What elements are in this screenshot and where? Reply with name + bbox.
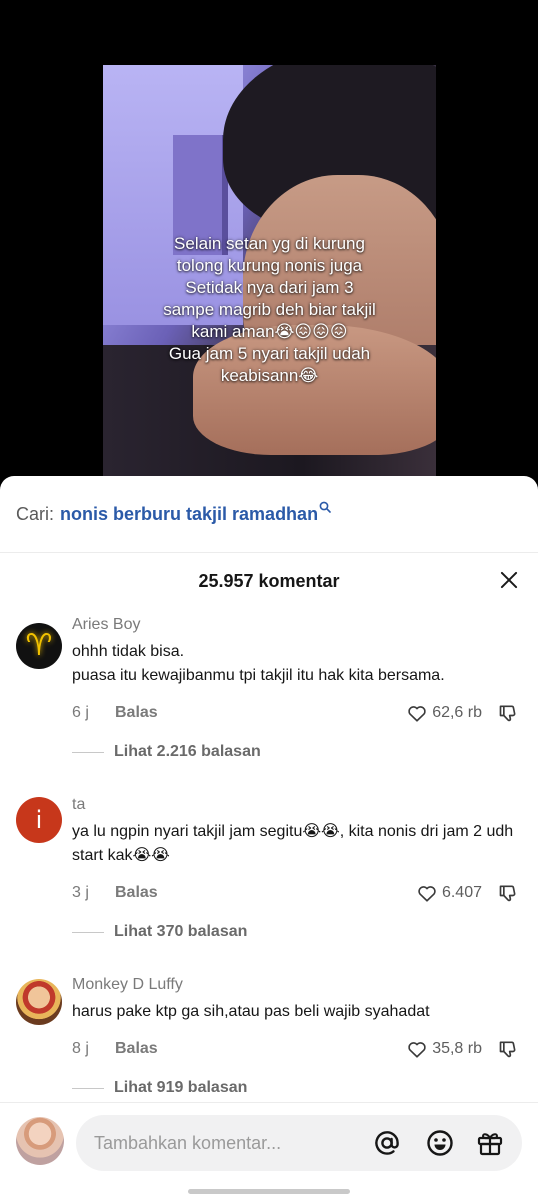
emoji-icon[interactable]: [426, 1129, 454, 1157]
comment-meta: 8 j Balas 35,8 rb: [72, 1038, 518, 1060]
comment-input-container[interactable]: [76, 1115, 522, 1171]
video-player[interactable]: Selain setan yg di kurung tolong kurung …: [103, 65, 436, 485]
comment-item: ♈ Aries Boy ohhh tidak bisa. puasa itu k…: [0, 615, 538, 762]
like-area: 6.407: [417, 883, 518, 903]
like-count: 6.407: [441, 884, 482, 901]
like-count: 35,8 rb: [432, 1040, 482, 1057]
home-indicator[interactable]: [188, 1189, 350, 1194]
comment-meta: 3 j Balas 6.407: [72, 882, 518, 904]
caption-line: Setidak nya dari jam 3: [185, 278, 354, 297]
reply-button[interactable]: Balas: [115, 1040, 158, 1058]
like-count: 62,6 rb: [432, 704, 482, 721]
view-replies-button[interactable]: Lihat 370 balasan: [72, 922, 518, 942]
search-suggestion[interactable]: Cari: nonis berburu takjil ramadhan: [0, 476, 538, 553]
comment-item: Monkey D Luffy harus pake ktp ga sih,ata…: [0, 975, 538, 1098]
comment-username[interactable]: Aries Boy: [72, 615, 518, 635]
avatar-letter: i: [35, 806, 43, 834]
caption-line: kami aman😭😖😖😖: [191, 322, 348, 341]
comment-composer: [0, 1102, 538, 1200]
avatar[interactable]: ♈: [16, 623, 62, 669]
dislike-icon[interactable]: [498, 1039, 518, 1059]
comment-text-line: harus pake ktp ga sih,atau pas beli waji…: [72, 1003, 430, 1020]
comment-text: ya lu ngpin nyari takjil jam segitu😭😭, k…: [72, 820, 518, 868]
close-icon[interactable]: [498, 569, 520, 591]
search-icon: [319, 501, 331, 516]
comment-text-line: ohhh tidak bisa.: [72, 643, 185, 660]
comment-username[interactable]: Monkey D Luffy: [72, 975, 518, 995]
comment-item: i ta ya lu ngpin nyari takjil jam segitu…: [0, 795, 538, 942]
view-replies-label: Lihat 2.216 balasan: [114, 743, 261, 760]
caption-line: Gua jam 5 nyari takjil udah: [168, 344, 371, 363]
comment-username[interactable]: ta: [72, 795, 518, 815]
search-query-link[interactable]: nonis berburu takjil ramadhan: [60, 504, 318, 525]
dislike-icon[interactable]: [498, 703, 518, 723]
heart-icon[interactable]: [417, 884, 437, 902]
video-caption: Selain setan yg di kurung tolong kurung …: [103, 233, 436, 387]
aries-symbol-icon: ♈: [25, 629, 53, 662]
comment-text-line: start kak😭😭: [72, 847, 170, 864]
caption-line: Selain setan yg di kurung: [174, 234, 365, 253]
comments-header: 25.957 komentar: [0, 553, 538, 609]
avatar[interactable]: [16, 979, 62, 1025]
comment-text-line: puasa itu kewajibanmu tpi takjil itu hak…: [72, 667, 445, 684]
at-mention-icon[interactable]: [373, 1129, 401, 1157]
heart-icon[interactable]: [407, 1040, 427, 1058]
reply-button[interactable]: Balas: [115, 884, 158, 902]
divider: [72, 931, 104, 933]
caption-line: sampe magrib deh biar takjil: [163, 300, 376, 319]
comment-meta: 6 j Balas 62,6 rb: [72, 702, 518, 724]
video-background: Selain setan yg di kurung tolong kurung …: [0, 0, 538, 500]
divider: [72, 1087, 104, 1089]
caption-line: tolong kurung nonis juga: [176, 256, 363, 275]
reply-button[interactable]: Balas: [115, 704, 158, 722]
gift-icon[interactable]: [476, 1129, 504, 1157]
comment-time: 3 j: [72, 884, 89, 901]
dislike-icon[interactable]: [498, 883, 518, 903]
caption-line: keabisann😂: [220, 366, 319, 385]
view-replies-label: Lihat 370 balasan: [114, 923, 248, 940]
comment-input[interactable]: [94, 1132, 364, 1154]
like-area: 35,8 rb: [407, 1039, 518, 1059]
heart-icon[interactable]: [407, 704, 427, 722]
view-replies-label: Lihat 919 balasan: [114, 1079, 248, 1096]
comment-text: harus pake ktp ga sih,atau pas beli waji…: [72, 1000, 518, 1024]
avatar[interactable]: i: [16, 797, 62, 843]
view-replies-button[interactable]: Lihat 2.216 balasan: [72, 742, 518, 762]
comment-count: 25.957 komentar: [198, 570, 340, 591]
comments-sheet: Cari: nonis berburu takjil ramadhan 25.9…: [0, 476, 538, 1200]
comment-time: 8 j: [72, 1040, 89, 1057]
divider: [72, 751, 104, 753]
comment-time: 6 j: [72, 704, 89, 721]
like-area: 62,6 rb: [407, 703, 518, 723]
comment-text: ohhh tidak bisa. puasa itu kewajibanmu t…: [72, 640, 518, 688]
search-prefix: Cari:: [16, 503, 55, 524]
comment-text-line: ya lu ngpin nyari takjil jam segitu😭😭, k…: [72, 823, 514, 840]
view-replies-button[interactable]: Lihat 919 balasan: [72, 1078, 518, 1098]
current-user-avatar[interactable]: [16, 1117, 64, 1165]
